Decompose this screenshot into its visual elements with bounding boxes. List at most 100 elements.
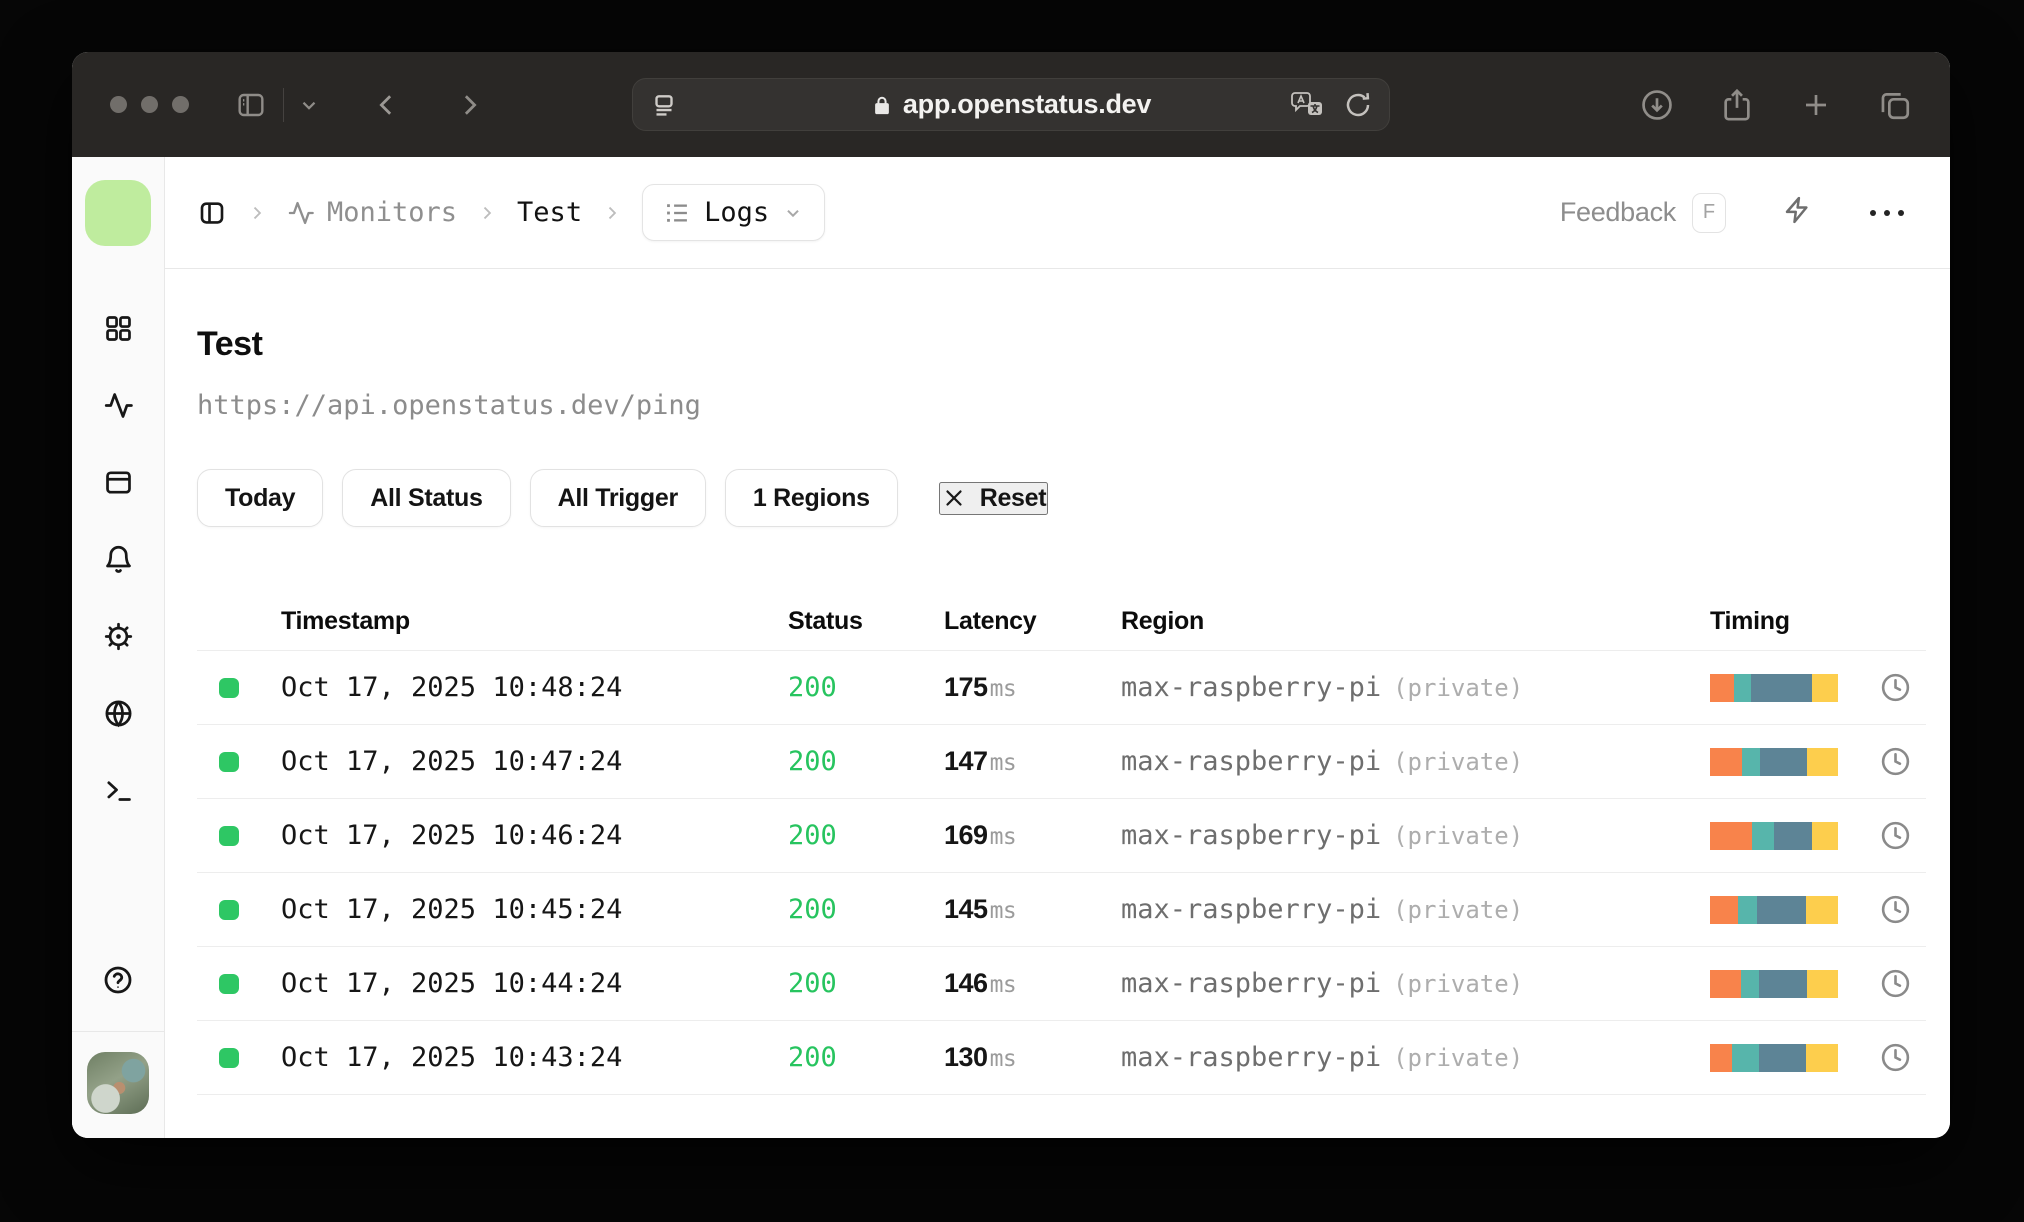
share-icon[interactable]: [1720, 88, 1754, 122]
table-header: Timestamp Status Latency Region Timing: [197, 593, 1926, 651]
monitors-activity-icon[interactable]: [103, 390, 134, 426]
log-row[interactable]: Oct 17, 2025 10:46:24 200 169ms max-rasp…: [197, 799, 1926, 873]
traffic-lights: [110, 96, 189, 113]
status-indicator-dot: [219, 899, 239, 920]
cell-region: max-raspberry-pi (private): [1121, 1042, 1524, 1073]
workspace-logo-area: [72, 157, 164, 269]
filter-chip[interactable]: All Status: [342, 469, 511, 527]
log-row[interactable]: Oct 17, 2025 10:44:24 200 146ms max-rasp…: [197, 947, 1926, 1021]
translate-icon[interactable]: [1289, 90, 1325, 120]
status-indicator-dot: [219, 677, 239, 698]
timing-segment-tls: [1773, 821, 1813, 850]
cell-timing: [1710, 745, 1926, 778]
back-icon[interactable]: [372, 90, 402, 120]
tab-overview-icon[interactable]: [1878, 88, 1912, 122]
keyboard-shortcut-badge: F: [1692, 192, 1726, 233]
new-tab-icon[interactable]: [1800, 89, 1832, 121]
toolbar-divider: [283, 87, 284, 122]
clock-icon[interactable]: [1879, 745, 1912, 778]
minimize-window-button[interactable]: [141, 96, 158, 113]
chevron-right-icon: [477, 203, 497, 223]
cell-status: 200: [788, 968, 837, 999]
clock-icon[interactable]: [1879, 967, 1912, 1000]
app-header: Monitors Test Logs Feedback F: [165, 157, 1950, 269]
zap-icon[interactable]: [1782, 195, 1812, 230]
close-window-button[interactable]: [110, 96, 127, 113]
timing-bar: [1710, 1043, 1838, 1072]
filter-chip[interactable]: 1 Regions: [724, 469, 898, 527]
user-avatar[interactable]: [87, 1052, 149, 1114]
cell-timestamp: Oct 17, 2025 10:43:24: [281, 1042, 623, 1073]
settings-gear-icon[interactable]: [103, 621, 134, 657]
clock-icon[interactable]: [1879, 819, 1912, 852]
download-icon[interactable]: [1640, 88, 1674, 122]
browser-window: app.openstatus.dev Monitors Test Logs Fe…: [72, 52, 1950, 1138]
cell-region: max-raspberry-pi (private): [1121, 894, 1524, 925]
timing-segment-connect: [1734, 673, 1751, 702]
clock-icon[interactable]: [1879, 671, 1912, 704]
cell-timestamp: Oct 17, 2025 10:46:24: [281, 820, 623, 851]
filter-chip[interactable]: Today: [197, 469, 324, 527]
reader-icon[interactable]: [649, 90, 679, 120]
timing-segment-dns: [1710, 1043, 1732, 1072]
timing-segment-connect: [1738, 895, 1758, 924]
page-title: Test: [197, 325, 263, 363]
cell-latency: 146ms: [944, 968, 1017, 998]
col-status: Status: [788, 607, 863, 635]
view-selector-logs[interactable]: Logs: [642, 184, 826, 241]
reload-icon[interactable]: [1343, 90, 1373, 120]
url-text: app.openstatus.dev: [902, 89, 1152, 119]
cell-latency: 147ms: [944, 746, 1017, 776]
cell-region: max-raspberry-pi (private): [1121, 968, 1524, 999]
chevron-right-icon: [247, 203, 267, 223]
timing-segment-tls: [1759, 747, 1808, 776]
filter-chip[interactable]: All Trigger: [529, 469, 706, 527]
timing-segment-tls: [1757, 895, 1806, 924]
notifications-bell-icon[interactable]: [103, 544, 134, 580]
clock-icon[interactable]: [1879, 1041, 1912, 1074]
status-indicator-dot: [219, 825, 239, 846]
cell-status: 200: [788, 672, 837, 703]
timing-segment-ttfb: [1805, 895, 1838, 924]
terminal-icon[interactable]: [103, 775, 134, 811]
cell-timing: [1710, 1041, 1926, 1074]
sidebar-divider: [72, 1031, 164, 1032]
forward-icon[interactable]: [454, 90, 484, 120]
timing-segment-connect: [1740, 969, 1759, 998]
logs-table: Timestamp Status Latency Region Timing O…: [197, 593, 1926, 1095]
ellipsis-menu-icon[interactable]: [1870, 209, 1904, 216]
clock-icon[interactable]: [1879, 893, 1912, 926]
workspace-logo[interactable]: [85, 180, 151, 246]
lock-icon: [875, 96, 889, 114]
panel-left-icon[interactable]: [197, 198, 227, 228]
timing-segment-dns: [1710, 747, 1742, 776]
dashboard-grid-icon[interactable]: [103, 313, 134, 349]
log-row[interactable]: Oct 17, 2025 10:47:24 200 147ms max-rasp…: [197, 725, 1926, 799]
log-row[interactable]: Oct 17, 2025 10:43:24 200 130ms max-rasp…: [197, 1021, 1926, 1095]
timing-segment-ttfb: [1805, 1043, 1838, 1072]
status-page-icon[interactable]: [103, 467, 134, 503]
globe-icon[interactable]: [103, 698, 134, 734]
zoom-window-button[interactable]: [172, 96, 189, 113]
cell-timing: [1710, 819, 1926, 852]
log-row[interactable]: Oct 17, 2025 10:45:24 200 145ms max-rasp…: [197, 873, 1926, 947]
reset-filters-button[interactable]: Reset: [938, 481, 1049, 515]
breadcrumb-monitor-name[interactable]: Test: [517, 197, 582, 228]
cell-timestamp: Oct 17, 2025 10:45:24: [281, 894, 623, 925]
cell-status: 200: [788, 746, 837, 777]
chevron-down-icon[interactable]: [298, 94, 320, 116]
feedback-button[interactable]: Feedback F: [1560, 192, 1726, 233]
address-bar[interactable]: app.openstatus.dev: [632, 78, 1390, 131]
status-indicator-dot: [219, 1047, 239, 1068]
log-row[interactable]: Oct 17, 2025 10:48:24 200 175ms max-rasp…: [197, 651, 1926, 725]
activity-icon: [288, 201, 314, 224]
help-icon[interactable]: [102, 964, 134, 1001]
cell-latency: 175ms: [944, 672, 1017, 702]
timing-bar: [1710, 895, 1838, 924]
breadcrumb-monitors[interactable]: Monitors: [287, 197, 457, 228]
cell-timestamp: Oct 17, 2025 10:44:24: [281, 968, 623, 999]
sidebar-toggle-icon[interactable]: [235, 89, 267, 121]
filter-bar: Today All Status All Trigger 1 Regions Rese…: [197, 469, 1926, 527]
app-sidebar: [72, 157, 165, 1138]
timing-segment-ttfb: [1812, 821, 1838, 850]
